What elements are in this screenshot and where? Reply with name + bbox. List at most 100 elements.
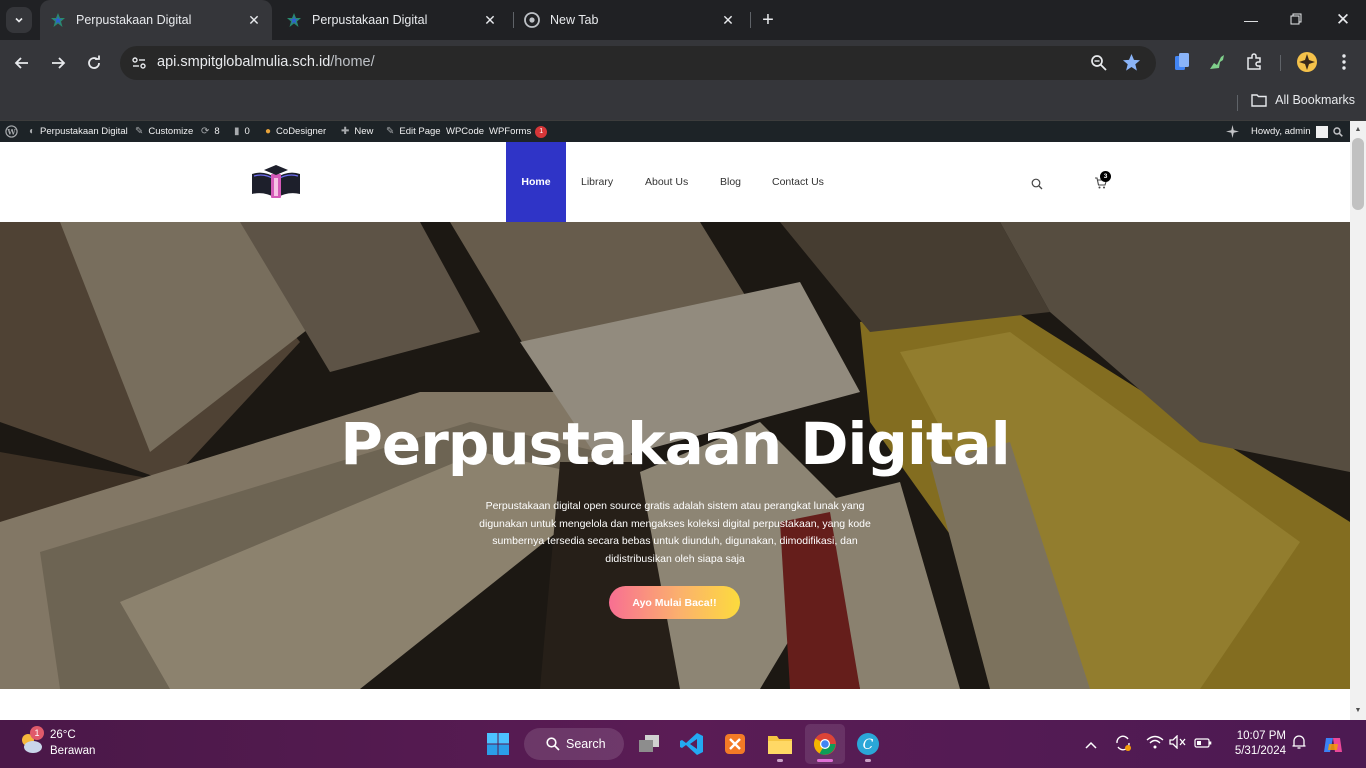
hero-description: Perpustakaan digital open source gratis … <box>479 500 871 565</box>
nav-blog[interactable]: Blog <box>720 142 741 222</box>
site-header: Home Library About Us Blog Contact Us 3 <box>0 142 1350 222</box>
chrome-menu-icon[interactable] <box>1333 51 1355 73</box>
minimize-icon[interactable]: — <box>1241 10 1261 30</box>
tab-perpustakaan-digital-2[interactable]: Perpustakaan Digital ✕ <box>276 0 508 40</box>
wp-customize-label: Customize <box>148 126 194 137</box>
clock-date: 5/31/2024 <box>1234 745 1286 757</box>
windows-start-button[interactable] <box>478 724 518 764</box>
tab-divider <box>750 12 751 28</box>
nav-about-us[interactable]: About Us <box>645 142 688 222</box>
close-tab-icon[interactable]: ✕ <box>720 12 736 28</box>
scroll-down-arrow-icon[interactable]: ▼ <box>1350 704 1366 718</box>
wifi-icon[interactable] <box>1145 734 1165 754</box>
site-settings-icon[interactable] <box>131 55 147 76</box>
taskbar-search-box[interactable]: Search <box>524 728 624 760</box>
sync-icon[interactable] <box>1113 734 1133 754</box>
site-search-icon[interactable] <box>1031 177 1043 190</box>
zoom-magnifier-icon[interactable] <box>1090 54 1108 77</box>
scrollbar-thumb[interactable] <box>1352 138 1364 210</box>
windows-logo-icon <box>487 733 509 755</box>
close-tab-icon[interactable]: ✕ <box>482 12 498 28</box>
nav-library[interactable]: Library <box>581 142 613 222</box>
wp-wpforms-link[interactable]: WPForms 1 <box>489 121 548 142</box>
google-docs-extension-icon[interactable] <box>1171 51 1193 73</box>
folder-icon <box>1251 94 1267 107</box>
wordpress-logo-icon[interactable]: W <box>5 121 18 142</box>
canva-icon: C <box>857 733 879 755</box>
taskbar-clock[interactable]: 10:07 PM 5/31/2024 <box>1226 729 1286 759</box>
close-window-icon[interactable]: ✕ <box>1333 10 1353 30</box>
close-tab-icon[interactable]: ✕ <box>246 12 262 28</box>
back-arrow-icon[interactable] <box>10 51 34 75</box>
wp-new-link[interactable]: ✚ New <box>341 121 373 142</box>
restore-window-icon[interactable] <box>1286 10 1306 30</box>
wp-wpcode-link[interactable]: WPCode <box>446 121 484 142</box>
wp-comments-link[interactable]: ▮ 0 <box>234 121 250 142</box>
scroll-up-arrow-icon[interactable]: ▲ <box>1350 123 1366 137</box>
wp-admin-bar: W ◐ Perpustakaan Digital ✎ Customize ⟳ 8 ▮ 0… <box>0 121 1350 142</box>
wp-search-icon[interactable] <box>1333 121 1343 142</box>
extensions-puzzle-icon[interactable] <box>1243 51 1265 73</box>
wp-codesigner-link[interactable]: ● CoDesigner <box>265 121 326 142</box>
address-bar[interactable]: api.smpitglobalmulia.sch.id/home/ <box>120 46 1156 80</box>
taskbar-search-label: Search <box>566 737 606 751</box>
wp-howdy-account[interactable]: Howdy, admin <box>1251 121 1328 142</box>
bookmarks-divider <box>1237 95 1238 111</box>
speaker-muted-icon[interactable] <box>1168 734 1188 754</box>
comment-icon: ▮ <box>234 126 240 137</box>
wp-wpcode-label: WPCode <box>446 126 485 137</box>
brush-icon: ✎ <box>135 126 144 137</box>
weather-temperature: 26°C <box>50 729 76 741</box>
notification-bell-icon[interactable] <box>1289 734 1309 754</box>
wp-site-name-link[interactable]: ◐ Perpustakaan Digital <box>29 121 128 142</box>
start-reading-button[interactable]: Ayo Mulai Baca!! <box>609 586 740 619</box>
canva-app[interactable]: C <box>848 724 888 764</box>
dashboard-icon: ◐ <box>29 126 36 137</box>
file-explorer-app[interactable] <box>760 724 800 764</box>
chrome-app[interactable] <box>805 724 845 764</box>
all-bookmarks-label: All Bookmarks <box>1275 93 1355 107</box>
clock-time: 10:07 PM <box>1236 730 1286 742</box>
tab-new-tab[interactable]: New Tab ✕ <box>514 0 746 40</box>
tab-perpustakaan-digital-1[interactable]: Perpustakaan Digital ✕ <box>40 0 272 40</box>
svg-text:W: W <box>6 127 16 136</box>
site-logo[interactable] <box>250 164 302 202</box>
wp-howdy-label: Howdy, admin <box>1251 126 1311 137</box>
url-path: /home/ <box>330 54 375 70</box>
forward-arrow-icon[interactable] <box>46 51 70 75</box>
wp-edit-page-link[interactable]: ✎ Edit Page <box>386 121 441 142</box>
all-bookmarks-button[interactable]: All Bookmarks <box>1251 93 1355 107</box>
copilot-icon[interactable] <box>1322 734 1342 754</box>
url-text: api.smpitglobalmulia.sch.id/home/ <box>157 54 375 70</box>
show-hidden-icons-chevron-icon[interactable] <box>1081 734 1101 754</box>
profile-avatar[interactable] <box>1296 51 1318 73</box>
cart-count-badge: 3 <box>1100 171 1111 182</box>
wp-updates-link[interactable]: ⟳ 8 <box>201 121 220 142</box>
wp-updates-count: 8 <box>214 126 220 137</box>
dinosaur-extension-icon[interactable] <box>1206 51 1228 73</box>
vscode-app[interactable] <box>672 724 712 764</box>
vscode-icon <box>680 733 703 755</box>
browser-toolbar: api.smpitglobalmulia.sch.id/home/ <box>0 40 1366 85</box>
xampp-app[interactable] <box>715 724 755 764</box>
wpforms-notification-badge: 1 <box>535 125 548 138</box>
svg-text:C: C <box>863 737 874 753</box>
wp-wpforms-label: WPForms <box>489 126 532 137</box>
admin-avatar <box>1315 125 1328 138</box>
battery-icon[interactable] <box>1193 734 1213 754</box>
task-view-button[interactable] <box>629 724 669 764</box>
nav-home-label: Home <box>521 176 551 188</box>
nav-contact-us[interactable]: Contact Us <box>772 142 824 222</box>
page-scrollbar[interactable]: ▲ ▼ <box>1350 121 1366 720</box>
toolbar-divider <box>1280 55 1281 71</box>
chevron-down-icon <box>15 17 23 23</box>
new-tab-plus-icon[interactable]: + <box>758 10 778 30</box>
tab-search-button[interactable] <box>6 7 32 33</box>
wp-customize-link[interactable]: ✎ Customize <box>135 121 193 142</box>
reload-icon[interactable] <box>82 51 106 75</box>
plus-icon: ✚ <box>341 126 350 137</box>
nav-home[interactable]: Home <box>506 142 566 222</box>
star-favicon-icon <box>50 12 66 28</box>
ai-sparkle-icon[interactable] <box>1226 121 1239 142</box>
bookmark-star-icon[interactable] <box>1122 53 1141 77</box>
